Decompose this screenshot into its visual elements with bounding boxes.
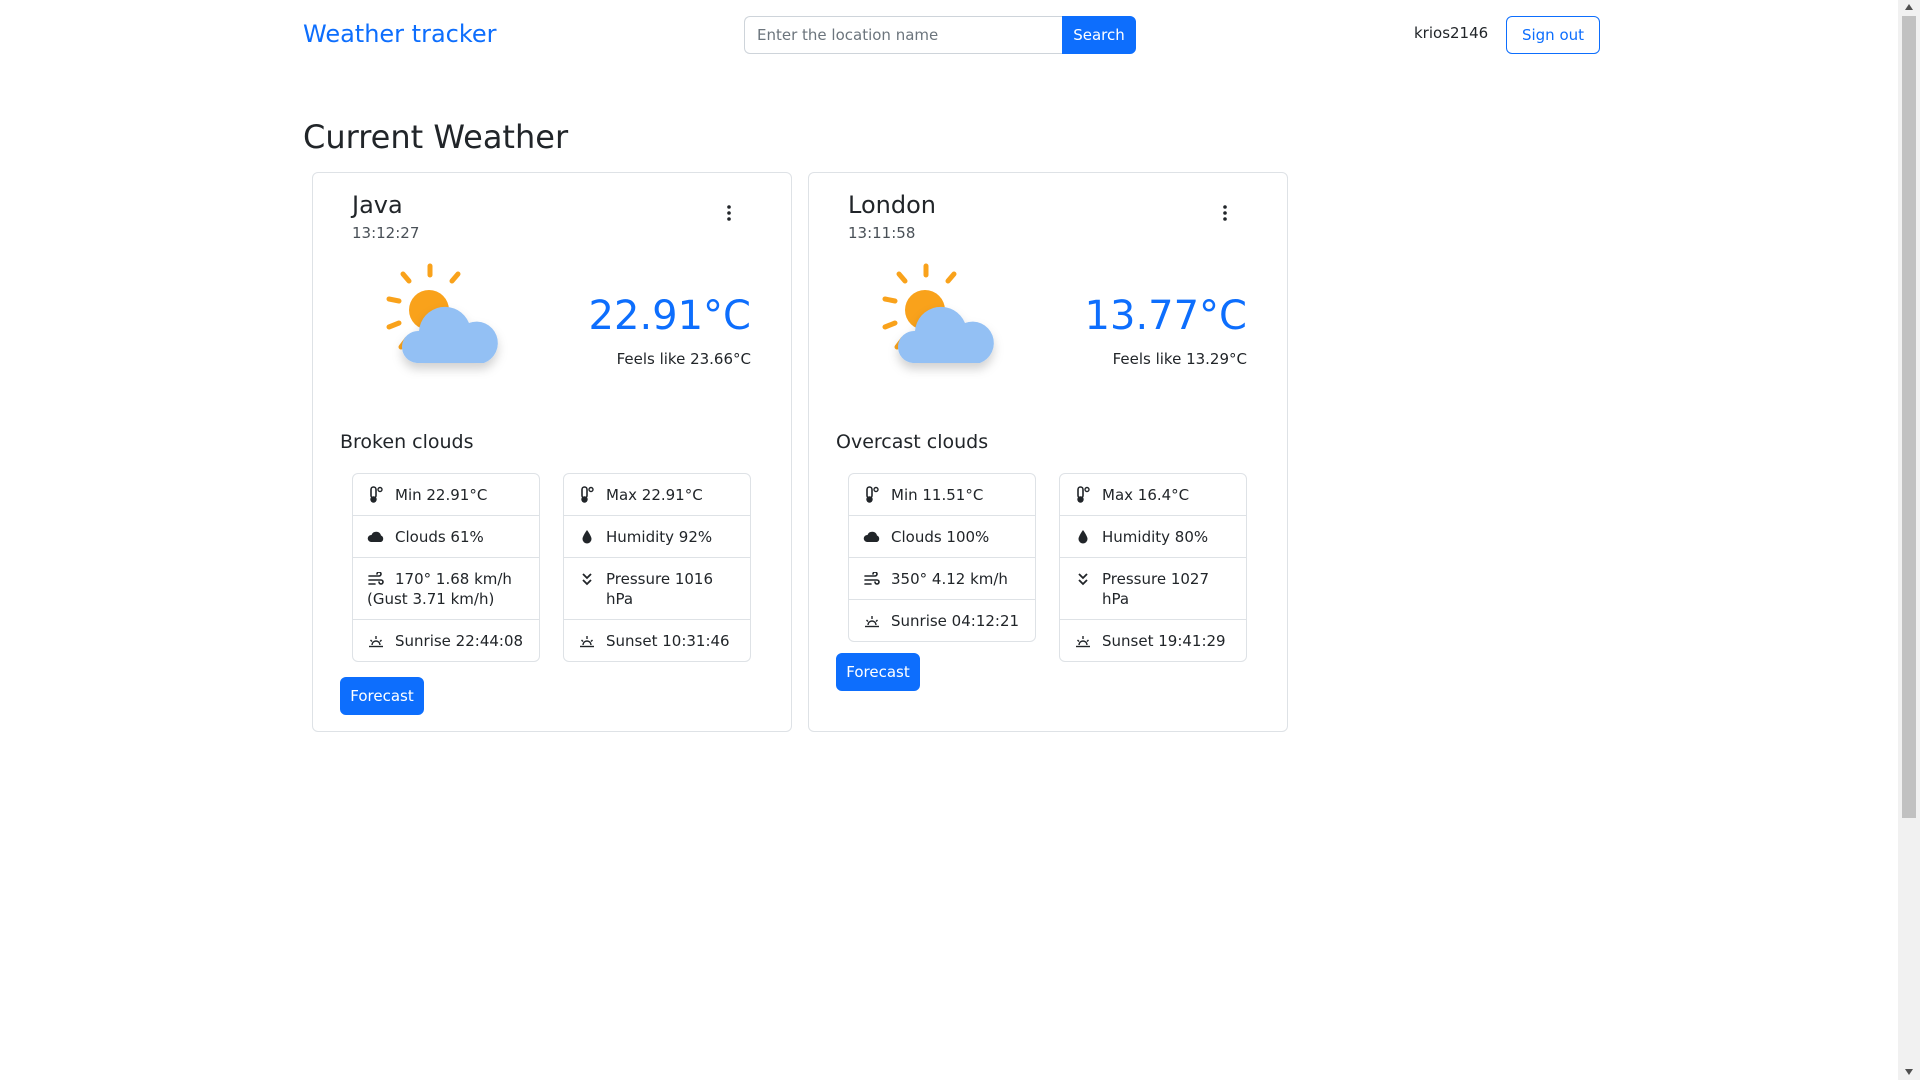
stat-text: Humidity 92% bbox=[606, 528, 713, 546]
stat-text: 350° 4.12 km/h bbox=[891, 570, 1008, 588]
sunrise-icon bbox=[863, 611, 881, 631]
forecast-button[interactable]: Forecast bbox=[340, 677, 424, 715]
brand-link[interactable]: Weather tracker bbox=[303, 20, 497, 48]
stat-text: Min 22.91°C bbox=[395, 486, 488, 504]
thermometer-icon bbox=[1074, 485, 1092, 505]
sunrise-icon bbox=[367, 631, 385, 651]
feels-like: Feels like 23.66°C bbox=[616, 350, 751, 368]
city-name: Java bbox=[352, 191, 403, 219]
stat-text: 170° 1.68 km/h (Gust 3.71 km/h) bbox=[367, 570, 512, 608]
city-time: 13:11:58 bbox=[848, 224, 916, 242]
list-item: Sunrise 04:12:21 bbox=[849, 600, 1035, 641]
list-item: Pressure 1027 hPa bbox=[1060, 558, 1246, 620]
stat-text: Pressure 1027 hPa bbox=[1102, 570, 1209, 608]
search-input[interactable] bbox=[744, 16, 1062, 54]
list-item: Sunset 10:31:46 bbox=[564, 620, 750, 661]
droplet-icon bbox=[1074, 527, 1092, 547]
list-item: Min 11.51°C bbox=[849, 474, 1035, 516]
weather-description: Broken clouds bbox=[340, 431, 474, 453]
stat-text: Clouds 100% bbox=[891, 528, 990, 546]
temperature: 13.77°C bbox=[1084, 293, 1247, 339]
kebab-menu-icon[interactable] bbox=[1217, 203, 1233, 223]
temperature: 22.91°C bbox=[588, 293, 751, 339]
stat-text: Max 22.91°C bbox=[606, 486, 703, 504]
wind-icon bbox=[863, 569, 881, 589]
username: krios2146 bbox=[1414, 24, 1489, 42]
search-form: Search bbox=[744, 16, 1136, 54]
cloud-icon bbox=[863, 527, 881, 547]
wind-icon bbox=[367, 569, 385, 589]
list-item: Max 16.4°C bbox=[1060, 474, 1246, 516]
forecast-button[interactable]: Forecast bbox=[836, 653, 920, 691]
partly-cloudy-icon bbox=[855, 259, 1005, 379]
city-name: London bbox=[848, 191, 936, 219]
stat-text: Humidity 80% bbox=[1102, 528, 1209, 546]
pressure-icon bbox=[578, 569, 596, 589]
kebab-menu-icon[interactable] bbox=[721, 203, 737, 223]
list-item: Humidity 92% bbox=[564, 516, 750, 558]
stat-text: Min 11.51°C bbox=[891, 486, 984, 504]
list-item: 350° 4.12 km/h bbox=[849, 558, 1035, 600]
stat-text: Clouds 61% bbox=[395, 528, 484, 546]
stats-list-right: Max 22.91°C Humidity 92% Pressure 1016 h… bbox=[563, 473, 751, 662]
list-item: Sunset 19:41:29 bbox=[1060, 620, 1246, 661]
thermometer-icon bbox=[863, 485, 881, 505]
droplet-icon bbox=[578, 527, 596, 547]
page-scrollbar[interactable] bbox=[1898, 0, 1920, 1080]
list-item: Humidity 80% bbox=[1060, 516, 1246, 558]
list-item: Pressure 1016 hPa bbox=[564, 558, 750, 620]
city-time: 13:12:27 bbox=[352, 224, 420, 242]
thermometer-icon bbox=[578, 485, 596, 505]
stat-text: Sunset 10:31:46 bbox=[606, 632, 730, 650]
weather-card-london: London 13:11:58 13.77°C Feels like 13.29… bbox=[808, 172, 1288, 732]
weather-description: Overcast clouds bbox=[836, 431, 989, 453]
search-button[interactable]: Search bbox=[1062, 16, 1136, 54]
partly-cloudy-icon bbox=[359, 259, 509, 379]
page-title: Current Weather bbox=[303, 118, 569, 156]
pressure-icon bbox=[1074, 569, 1092, 589]
stats-list-left: Min 22.91°C Clouds 61% 170° 1.68 km/h (Gu… bbox=[352, 473, 540, 662]
stats-list-right: Max 16.4°C Humidity 80% Pressure 1027 hP… bbox=[1059, 473, 1247, 662]
stat-text: Sunrise 22:44:08 bbox=[395, 632, 524, 650]
sunset-icon bbox=[578, 631, 596, 651]
sign-out-button[interactable]: Sign out bbox=[1506, 16, 1600, 54]
list-item: Clouds 61% bbox=[353, 516, 539, 558]
scroll-down-arrow-icon[interactable] bbox=[1904, 1068, 1914, 1076]
stat-text: Max 16.4°C bbox=[1102, 486, 1190, 504]
navbar: Weather tracker Search krios2146 Sign ou… bbox=[0, 0, 1898, 70]
sunset-icon bbox=[1074, 631, 1092, 651]
scroll-up-arrow-icon[interactable] bbox=[1904, 3, 1914, 11]
stat-text: Pressure 1016 hPa bbox=[606, 570, 713, 608]
stat-text: Sunset 19:41:29 bbox=[1102, 632, 1226, 650]
list-item: Clouds 100% bbox=[849, 516, 1035, 558]
thermometer-icon bbox=[367, 485, 385, 505]
list-item: Sunrise 22:44:08 bbox=[353, 620, 539, 661]
list-item: 170° 1.68 km/h (Gust 3.71 km/h) bbox=[353, 558, 539, 620]
cloud-icon bbox=[367, 527, 385, 547]
list-item: Max 22.91°C bbox=[564, 474, 750, 516]
scrollbar-thumb[interactable] bbox=[1902, 16, 1916, 818]
stat-text: Sunrise 04:12:21 bbox=[891, 612, 1020, 630]
stats-list-left: Min 11.51°C Clouds 100% 350° 4.12 km/h S… bbox=[848, 473, 1036, 642]
weather-card-java: Java 13:12:27 22.91°C Feels like 23.66°C… bbox=[312, 172, 792, 732]
feels-like: Feels like 13.29°C bbox=[1112, 350, 1247, 368]
list-item: Min 22.91°C bbox=[353, 474, 539, 516]
